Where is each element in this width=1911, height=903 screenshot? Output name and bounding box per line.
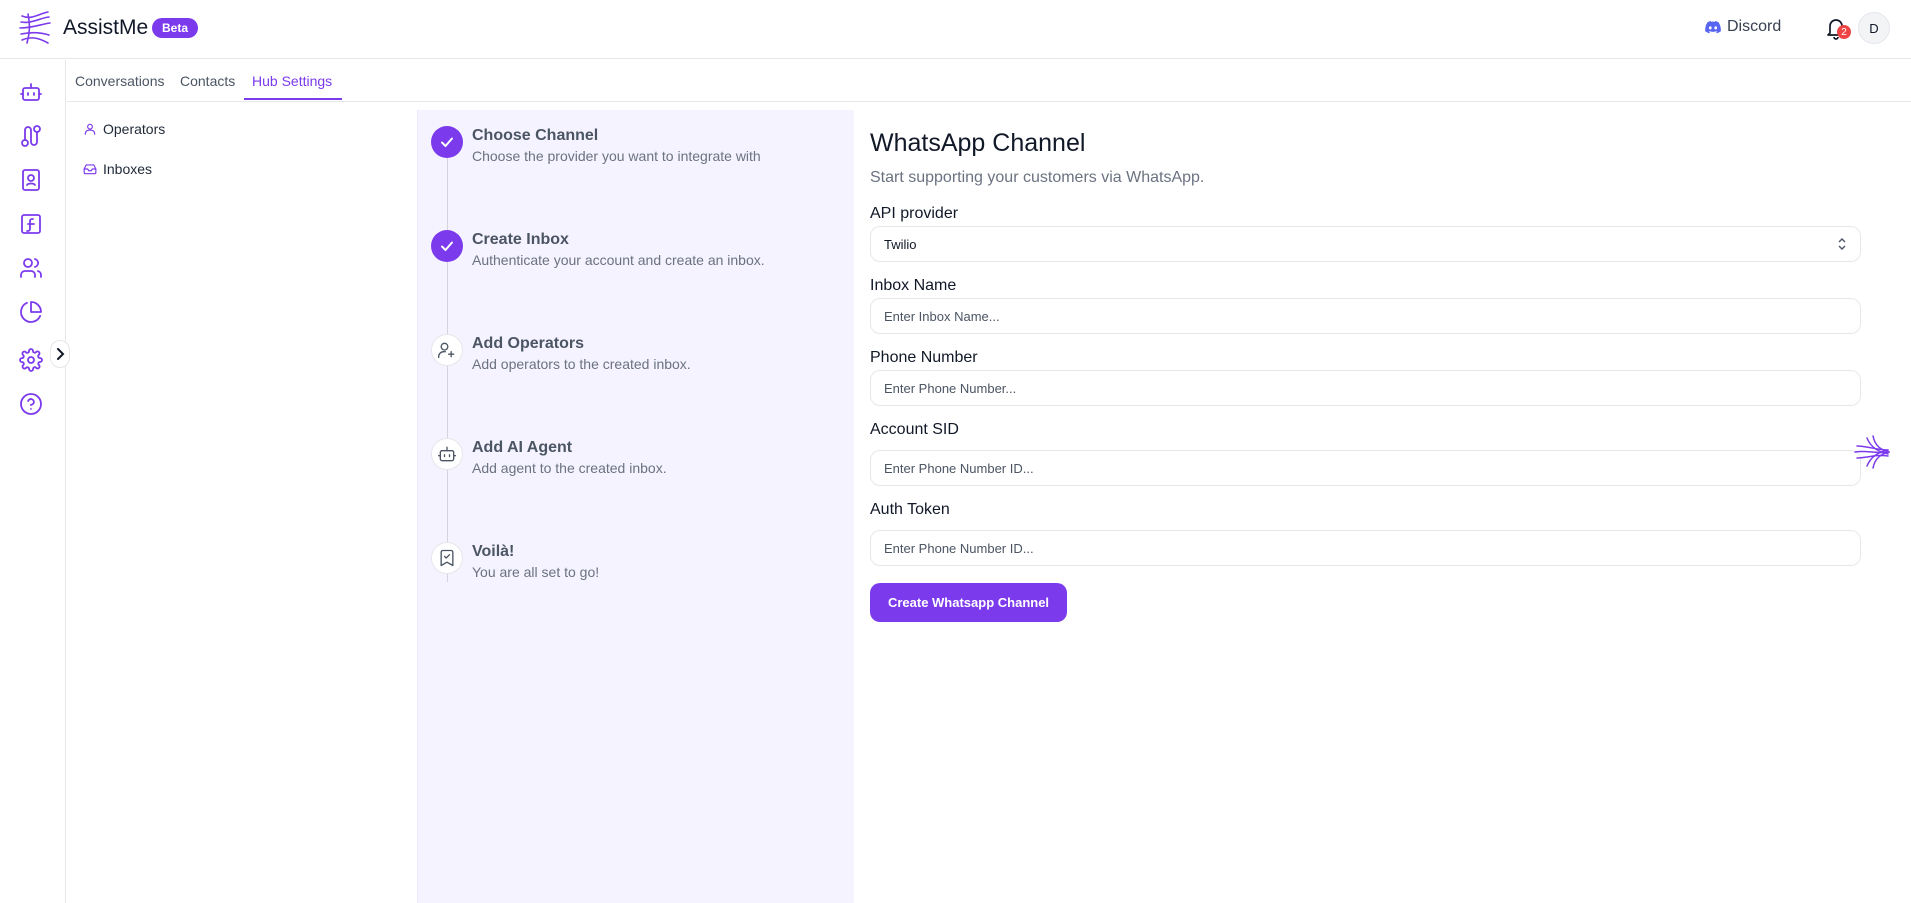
user-plus-icon — [438, 342, 455, 359]
form-subtitle: Start supporting your customers via What… — [870, 169, 1205, 186]
step-description: Choose the provider you want to integrat… — [472, 148, 761, 164]
subnav-item-inboxes[interactable]: Inboxes — [83, 161, 152, 177]
inbox-icon — [83, 164, 97, 175]
app-name: AssistMe — [63, 16, 149, 39]
step-status-done — [431, 230, 463, 262]
user-icon — [84, 123, 96, 135]
form-title: WhatsApp Channel — [870, 129, 1086, 157]
contacts-book-icon[interactable] — [19, 168, 43, 192]
create-whatsapp-channel-button[interactable]: Create Whatsapp Channel — [870, 583, 1067, 622]
step-status-todo — [431, 334, 463, 366]
tab-contacts[interactable]: Contacts — [180, 73, 235, 89]
step-status-todo — [431, 438, 463, 470]
inbox-name-label: Inbox Name — [870, 277, 957, 294]
phone-number-label: Phone Number — [870, 349, 978, 366]
discord-label: Discord — [1727, 18, 1782, 35]
step-title: Create Inbox — [472, 231, 569, 248]
assistme-logo-icon[interactable] — [18, 10, 52, 46]
step-status-done — [431, 126, 463, 158]
avatar-initial: D — [1869, 20, 1879, 36]
subnav-item-label: Inboxes — [103, 161, 153, 177]
chevron-right-icon — [57, 348, 65, 360]
expand-sidebar-button[interactable] — [50, 340, 70, 368]
function-icon[interactable] — [19, 212, 43, 236]
notification-count-badge: 2 — [1837, 25, 1851, 39]
step-title: Add Operators — [472, 335, 585, 352]
step-title: Voilà! — [472, 543, 515, 560]
gear-icon[interactable] — [19, 348, 43, 372]
step-description: You are all set to go! — [472, 564, 600, 580]
api-provider-select[interactable]: Twilio — [870, 226, 1861, 262]
help-icon[interactable] — [19, 392, 43, 416]
top-header: AssistMe Beta Discord 2 D — [0, 0, 1911, 59]
bookmark-check-icon — [440, 549, 454, 567]
main-tabs: Conversations Contacts Hub Settings — [67, 60, 1911, 102]
step-title: Add AI Agent — [472, 439, 573, 456]
assistant-launcher-icon[interactable] — [1853, 432, 1891, 472]
users-icon[interactable] — [19, 256, 43, 280]
phone-number-input[interactable] — [870, 370, 1861, 406]
bot-icon — [438, 446, 456, 462]
tab-hub-settings[interactable]: Hub Settings — [252, 73, 332, 89]
steps-panel — [417, 110, 854, 903]
beta-badge: Beta — [152, 18, 199, 38]
tab-conversations[interactable]: Conversations — [75, 73, 165, 89]
bot-icon[interactable] — [19, 80, 43, 104]
step-description: Authenticate your account and create an … — [472, 252, 765, 268]
step-status-todo — [431, 542, 463, 574]
active-tab-indicator — [244, 98, 342, 100]
check-icon — [441, 137, 453, 147]
step-title: Choose Channel — [472, 127, 599, 144]
discord-link[interactable]: Discord — [1705, 18, 1781, 36]
auth-token-label: Auth Token — [870, 501, 950, 518]
workflow-icon[interactable] — [19, 124, 43, 148]
inbox-name-input[interactable] — [870, 298, 1861, 334]
discord-icon — [1705, 20, 1721, 33]
subnav-item-label: Operators — [103, 121, 166, 137]
account-sid-label: Account SID — [870, 421, 959, 438]
select-arrows-icon — [1838, 238, 1846, 250]
icon-rail — [0, 60, 70, 903]
api-provider-value: Twilio — [884, 236, 917, 252]
subnav-item-operators[interactable]: Operators — [83, 121, 165, 137]
api-provider-label: API provider — [870, 205, 959, 222]
step-description: Add agent to the created inbox. — [472, 460, 667, 476]
user-avatar[interactable]: D — [1858, 12, 1890, 44]
account-sid-input[interactable] — [870, 450, 1861, 486]
pie-chart-icon[interactable] — [19, 300, 43, 324]
check-icon — [441, 241, 453, 251]
step-description: Add operators to the created inbox. — [472, 356, 691, 372]
auth-token-input[interactable] — [870, 530, 1861, 566]
